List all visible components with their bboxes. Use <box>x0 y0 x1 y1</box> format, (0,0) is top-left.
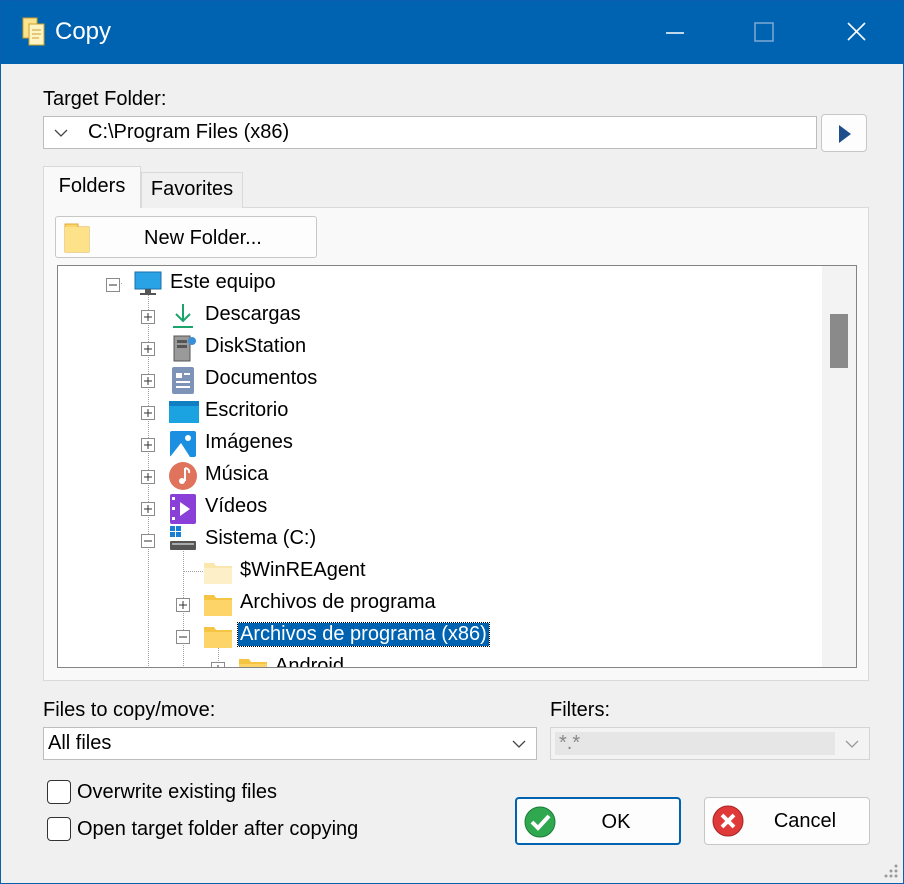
maximize-icon <box>754 22 774 42</box>
expand-toggle[interactable] <box>141 406 155 420</box>
minimize-button[interactable] <box>631 1 721 64</box>
filters-label: Filters: <box>550 699 610 721</box>
expand-toggle[interactable] <box>141 502 155 516</box>
new-folder-label: New Folder... <box>144 227 262 249</box>
overwrite-checkbox[interactable] <box>47 780 71 804</box>
selected-node-label[interactable]: Archivos de programa (x86) <box>237 622 490 647</box>
open-target-checkbox[interactable] <box>47 817 71 841</box>
music-icon <box>168 461 198 491</box>
expand-toggle[interactable] <box>141 470 155 484</box>
cancel-button[interactable]: Cancel <box>704 797 870 845</box>
window-title: Copy <box>55 18 112 45</box>
play-arrow-icon <box>839 125 851 143</box>
copy-icon <box>21 17 47 47</box>
desktop-icon <box>168 397 199 427</box>
chevron-down-icon[interactable] <box>54 127 68 139</box>
expand-toggle[interactable] <box>211 662 225 667</box>
folder-icon <box>203 589 233 619</box>
tree-node-descargas[interactable]: Descargas <box>58 300 458 330</box>
tree-node-este-equipo[interactable]: Este equipo <box>58 268 458 298</box>
nas-icon <box>168 333 198 363</box>
files-label: Files to copy/move: <box>43 699 216 721</box>
files-combobox[interactable]: All files <box>43 727 537 760</box>
tree-node-android[interactable]: Android <box>58 652 458 667</box>
tree-node-winreagent[interactable]: $WinREAgent <box>58 556 458 586</box>
folder-tree-content: Este equipo Descargas DiskStation Docume… <box>58 266 822 667</box>
tree-scrollbar[interactable] <box>822 266 856 667</box>
tree-node-videos[interactable]: Vídeos <box>58 492 458 524</box>
filters-value[interactable]: *.* <box>559 732 580 755</box>
download-icon <box>168 301 198 331</box>
videos-icon <box>168 493 198 524</box>
minimize-icon <box>666 32 684 34</box>
tree-node-diskstation[interactable]: DiskStation <box>58 332 458 362</box>
overwrite-label[interactable]: Overwrite existing files <box>77 781 277 804</box>
target-folder-value[interactable]: C:\Program Files (x86) <box>88 121 289 144</box>
target-folder-label: Target Folder: <box>43 88 167 110</box>
maximize-button[interactable] <box>721 1 811 64</box>
folder-icon <box>64 223 90 253</box>
tree-node-documentos[interactable]: Documentos <box>58 364 458 394</box>
chevron-down-icon[interactable] <box>512 738 526 750</box>
scrollbar-thumb[interactable] <box>830 314 848 368</box>
tree-node-sistema-c[interactable]: Sistema (C:) <box>58 524 458 554</box>
tree-node-imagenes[interactable]: Imágenes <box>58 428 458 458</box>
expand-toggle[interactable] <box>176 598 190 612</box>
expand-toggle[interactable] <box>141 342 155 356</box>
copy-dialog: Copy Target Folder: C:\Program Files (x8… <box>0 0 904 884</box>
expand-toggle[interactable] <box>141 310 155 324</box>
expand-toggle[interactable] <box>141 374 155 388</box>
ok-button[interactable]: OK <box>515 797 681 845</box>
documents-icon <box>168 365 198 395</box>
pictures-icon <box>168 429 198 459</box>
expand-toggle[interactable] <box>141 438 155 452</box>
collapse-toggle[interactable] <box>176 630 190 644</box>
title-bar[interactable]: Copy <box>1 1 903 64</box>
collapse-toggle[interactable] <box>141 534 155 548</box>
cancel-label: Cancel <box>773 810 837 832</box>
drive-icon <box>168 525 198 555</box>
folder-icon <box>203 557 233 587</box>
new-folder-button[interactable]: New Folder... <box>55 216 317 258</box>
chevron-down-icon[interactable] <box>845 738 859 750</box>
folder-icon <box>238 653 268 667</box>
collapse-toggle[interactable] <box>106 278 120 292</box>
resize-grip-icon[interactable] <box>879 859 899 879</box>
tree-node-escritorio[interactable]: Escritorio <box>58 396 458 426</box>
target-folder-combobox[interactable]: C:\Program Files (x86) <box>43 116 817 149</box>
folder-tree[interactable]: Este equipo Descargas DiskStation Docume… <box>57 265 857 668</box>
ok-label: OK <box>601 811 631 833</box>
close-icon <box>847 22 866 41</box>
tree-node-archivos-de-programa-x86[interactable]: Archivos de programa (x86) <box>58 620 518 650</box>
filters-combobox[interactable]: *.* <box>550 727 870 760</box>
tree-node-musica[interactable]: Música <box>58 460 458 490</box>
close-button[interactable] <box>811 1 901 64</box>
go-button[interactable] <box>821 114 867 152</box>
tab-folders[interactable]: Folders <box>43 166 141 208</box>
folder-icon <box>203 621 233 651</box>
open-target-label[interactable]: Open target folder after copying <box>77 818 358 841</box>
files-value[interactable]: All files <box>48 732 111 755</box>
filters-field[interactable] <box>555 732 835 755</box>
monitor-icon <box>133 269 163 299</box>
tab-favorites[interactable]: Favorites <box>141 172 243 208</box>
tree-node-archivos-de-programa[interactable]: Archivos de programa <box>58 588 478 618</box>
